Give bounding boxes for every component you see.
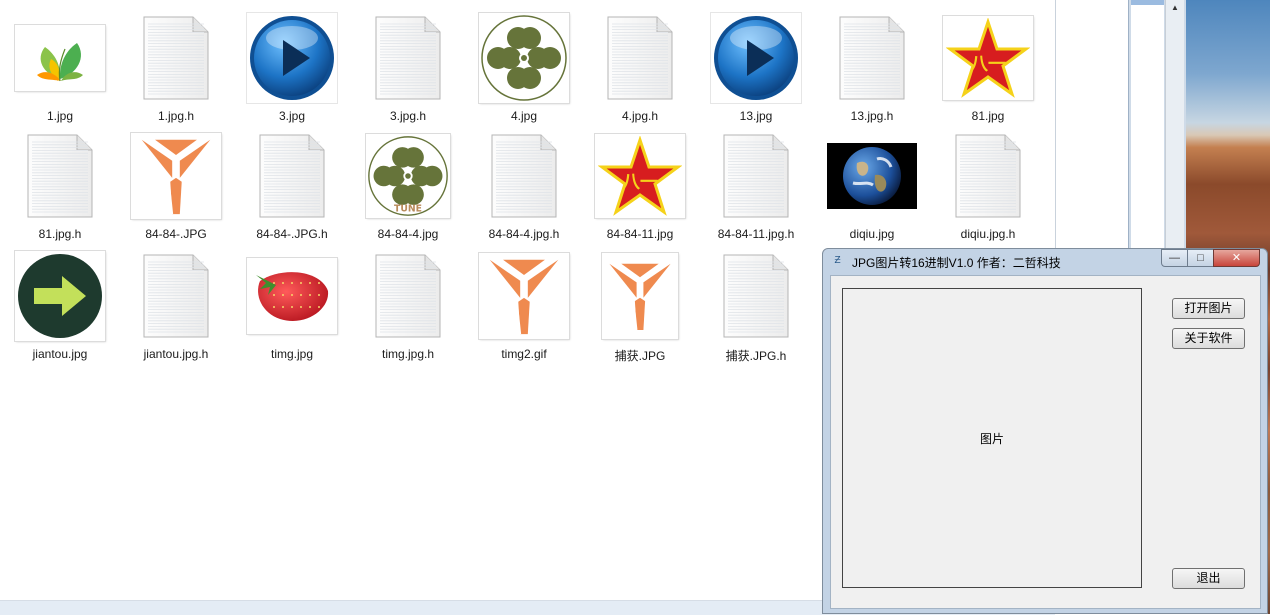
red-star-icon: 八一 — [930, 8, 1046, 108]
file-item[interactable]: diqiu.jpg.h — [930, 126, 1046, 244]
open-image-button[interactable]: 打开图片 — [1172, 298, 1245, 319]
file-item[interactable]: jiantou.jpg — [2, 246, 118, 364]
red-star-icon: 八一 — [582, 126, 698, 226]
document-icon — [234, 126, 350, 226]
file-item[interactable]: 13.jpg — [698, 8, 814, 126]
play-orb-icon — [698, 8, 814, 108]
file-name: 捕获.JPG — [614, 349, 666, 363]
star-characters: 八一 — [622, 172, 658, 193]
file-name: 13.jpg.h — [850, 109, 894, 123]
file-name: diqiu.jpg — [849, 227, 895, 241]
document-icon — [466, 126, 582, 226]
file-name: 1.jpg — [46, 109, 74, 123]
file-item[interactable]: 84-84-.JPG.h — [234, 126, 350, 244]
star-characters: 八一 — [970, 54, 1006, 75]
file-item[interactable]: 1.jpg.h — [118, 8, 234, 126]
file-name: 1.jpg.h — [157, 109, 195, 123]
leaf-logo-icon — [2, 8, 118, 108]
file-item[interactable]: 4.jpg.h — [582, 8, 698, 126]
file-item[interactable]: 84-84-4.jpg.h — [466, 126, 582, 244]
document-icon — [350, 8, 466, 108]
file-item[interactable]: 84-84-11.jpg.h — [698, 126, 814, 244]
file-item[interactable]: 84-84-.JPG — [118, 126, 234, 244]
document-icon — [814, 8, 930, 108]
file-name: 4.jpg.h — [621, 109, 659, 123]
maximize-button[interactable]: □ — [1187, 249, 1214, 267]
file-name: 84-84-.JPG — [145, 227, 207, 241]
file-item[interactable]: 13.jpg.h — [814, 8, 930, 126]
file-name: 81.jpg.h — [38, 227, 82, 241]
file-name: 3.jpg.h — [389, 109, 427, 123]
clover-icon — [466, 8, 582, 108]
document-icon — [118, 8, 234, 108]
play-orb-icon — [234, 8, 350, 108]
file-item[interactable]: 捕获.JPG.h — [698, 246, 814, 364]
file-name: 84-84-4.jpg — [377, 227, 439, 241]
minimize-button[interactable]: — — [1161, 249, 1188, 267]
orange-logo-icon — [466, 246, 582, 346]
file-name: 84-84-11.jpg.h — [717, 227, 795, 241]
exit-button[interactable]: 退出 — [1172, 568, 1245, 589]
dialog-title: JPG图片转16进制V1.0 作者：二哲科技 — [852, 256, 1061, 270]
close-button[interactable]: ✕ — [1213, 249, 1260, 267]
document-icon — [2, 126, 118, 226]
file-item[interactable]: timg.jpg.h — [350, 246, 466, 364]
background-window-selection — [1131, 0, 1164, 5]
file-item[interactable]: diqiu.jpg — [814, 126, 930, 244]
document-icon — [698, 246, 814, 346]
file-name: jiantou.jpg — [32, 347, 88, 361]
picture-label: 图片 — [979, 432, 1004, 446]
file-item[interactable]: TUNE 84-84-4.jpg — [350, 126, 466, 244]
orange-logo-icon — [118, 126, 234, 226]
file-name: 13.jpg — [739, 109, 773, 123]
document-icon — [350, 246, 466, 346]
strawberry-icon — [234, 246, 350, 346]
file-name: timg.jpg.h — [381, 347, 435, 361]
tune-label: TUNE — [394, 203, 422, 214]
file-item[interactable]: 八一 81.jpg — [930, 8, 1046, 126]
file-name: 4.jpg — [510, 109, 538, 123]
file-item[interactable]: 八一 84-84-11.jpg — [582, 126, 698, 244]
about-button[interactable]: 关于软件 — [1172, 328, 1245, 349]
document-icon — [118, 246, 234, 346]
file-item[interactable]: jiantou.jpg.h — [118, 246, 234, 364]
file-name: 3.jpg — [278, 109, 306, 123]
document-icon — [582, 8, 698, 108]
earth-icon — [814, 126, 930, 226]
file-item[interactable]: 捕获.JPG — [582, 246, 698, 364]
scroll-up-arrow-icon[interactable]: ▲ — [1169, 2, 1181, 14]
file-name: 84-84-4.jpg.h — [488, 227, 560, 241]
dialog-title-bar[interactable]: Ƶ JPG图片转16进制V1.0 作者：二哲科技 — □ ✕ — [823, 249, 1267, 273]
clover-tune-icon: TUNE — [350, 126, 466, 226]
document-icon — [930, 126, 1046, 226]
file-name: timg.jpg — [270, 347, 314, 361]
app-icon: Ƶ — [834, 255, 841, 266]
arrow-icon — [2, 246, 118, 346]
orange-logo-icon — [582, 246, 698, 346]
file-item[interactable]: 3.jpg — [234, 8, 350, 126]
file-name: 81.jpg — [971, 109, 1005, 123]
file-item[interactable]: 1.jpg — [2, 8, 118, 126]
dialog-client-area: 图片 打开图片 关于软件 退出 — [830, 275, 1261, 609]
file-name: 84-84-.JPG.h — [256, 227, 328, 241]
document-icon — [698, 126, 814, 226]
file-item[interactable]: 3.jpg.h — [350, 8, 466, 126]
file-item[interactable]: 81.jpg.h — [2, 126, 118, 244]
picture-box: 图片 — [842, 288, 1142, 588]
file-name: 84-84-11.jpg — [606, 227, 674, 241]
file-name: jiantou.jpg.h — [143, 347, 209, 361]
file-item[interactable]: timg.jpg — [234, 246, 350, 364]
file-name: diqiu.jpg.h — [960, 227, 1016, 241]
converter-dialog: Ƶ JPG图片转16进制V1.0 作者：二哲科技 — □ ✕ 图片 打开图片 关… — [822, 248, 1268, 614]
file-item[interactable]: timg2.gif — [466, 246, 582, 364]
file-item[interactable]: 4.jpg — [466, 8, 582, 126]
file-name: timg2.gif — [501, 347, 547, 361]
file-name: 捕获.JPG.h — [725, 349, 787, 363]
